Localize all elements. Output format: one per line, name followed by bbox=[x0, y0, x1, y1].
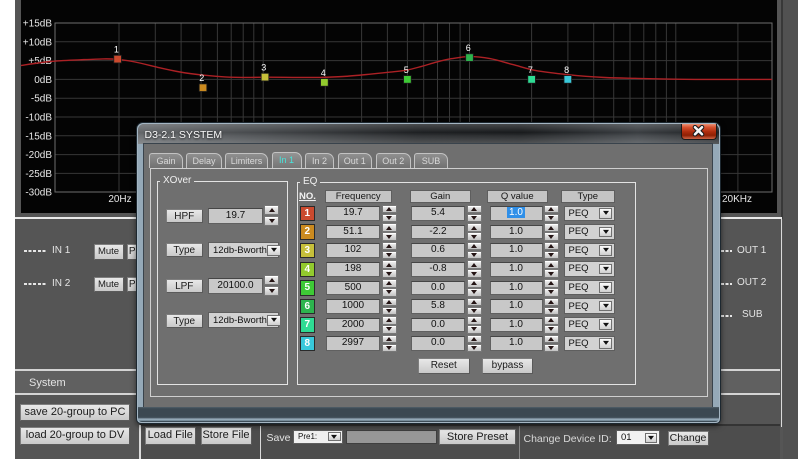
svg-text:-25dB: -25dB bbox=[25, 169, 52, 180]
svg-text:20KHz: 20KHz bbox=[722, 194, 752, 205]
svg-text:-20dB: -20dB bbox=[25, 150, 52, 161]
svg-text:-30dB: -30dB bbox=[25, 188, 52, 199]
svg-text:6: 6 bbox=[466, 43, 471, 53]
svg-text:8: 8 bbox=[564, 65, 569, 75]
svg-text:7: 7 bbox=[528, 65, 533, 75]
svg-text:0dB: 0dB bbox=[34, 75, 52, 86]
svg-text:20Hz: 20Hz bbox=[108, 194, 131, 205]
svg-text:+15dB: +15dB bbox=[23, 19, 53, 30]
svg-text:+10dB: +10dB bbox=[23, 37, 53, 48]
svg-text:-5dB: -5dB bbox=[31, 94, 52, 105]
svg-text:2: 2 bbox=[199, 73, 204, 83]
svg-text:3: 3 bbox=[261, 63, 266, 73]
svg-text:5: 5 bbox=[404, 65, 409, 75]
svg-text:-15dB: -15dB bbox=[25, 131, 52, 142]
svg-text:-10dB: -10dB bbox=[25, 113, 52, 124]
svg-text:4: 4 bbox=[321, 68, 326, 78]
svg-text:1: 1 bbox=[114, 45, 119, 55]
